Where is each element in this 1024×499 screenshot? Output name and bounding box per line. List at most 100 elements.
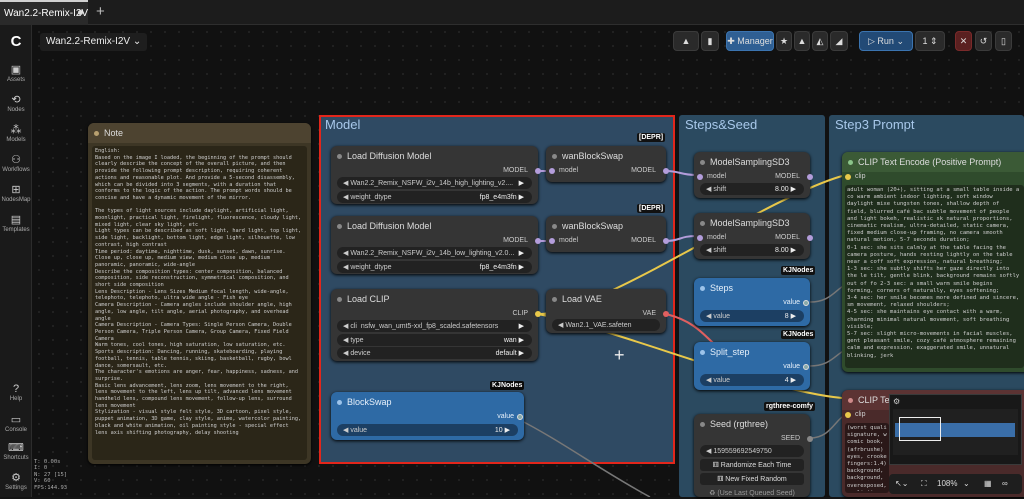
- input-socket[interactable]: [549, 238, 555, 244]
- fit-view-icon[interactable]: ⛶: [921, 479, 927, 489]
- manager-button[interactable]: ✚ Manager: [726, 31, 774, 51]
- clip-name-widget[interactable]: ◀ cli nsfw_wan_umt5-xxl_fp8_scaled.safet…: [337, 320, 532, 332]
- pointer-icon[interactable]: ↖⌄: [895, 479, 908, 488]
- new-tab-button[interactable]: +: [96, 3, 105, 20]
- minimap-settings-icon[interactable]: ⚙: [893, 397, 900, 406]
- workflow-name-dropdown[interactable]: Wan2.2-Remix-I2V ⌄: [40, 33, 148, 51]
- shift-widget[interactable]: ◀ shift 8.00 ▶: [700, 244, 804, 256]
- unet-name-widget[interactable]: ◀ Wan2.2_Remix_NSFW_i2v_14b_high_lightin…: [337, 177, 532, 189]
- collapse-dot-icon[interactable]: [552, 224, 557, 229]
- collapse-dot-icon[interactable]: [552, 297, 557, 302]
- blockswap-node[interactable]: BlockSwap value ◀ value 10 ▶: [331, 392, 524, 440]
- queue-icon[interactable]: ▲: [673, 31, 699, 51]
- shift-widget[interactable]: ◀ shift 8.00 ▶: [700, 183, 804, 195]
- split-step-node[interactable]: Split_step value ◀ value 4 ▶: [694, 342, 810, 390]
- model-sampling-sd3-node-1[interactable]: ModelSamplingSD3 model MODEL ◀ shift 8.00…: [694, 152, 813, 198]
- output-socket[interactable]: [535, 311, 541, 317]
- sidebar-item-models[interactable]: ⁂ Models: [0, 123, 32, 143]
- output-socket[interactable]: [807, 174, 813, 180]
- collapse-dot-icon[interactable]: [700, 160, 705, 165]
- mountain-icon[interactable]: ◭: [812, 31, 828, 51]
- input-socket[interactable]: [845, 174, 851, 180]
- output-socket[interactable]: [663, 311, 669, 317]
- queue-count-stepper[interactable]: 1 ⇕: [915, 31, 945, 51]
- sidebar-item-nodes[interactable]: ⟲ Nodes: [0, 93, 32, 113]
- sidebar-item-nodesmap[interactable]: ⊞ NodesMap: [0, 183, 32, 203]
- output-socket[interactable]: [807, 235, 813, 241]
- steps-value-widget[interactable]: ◀ value 8 ▶: [700, 310, 804, 322]
- star-icon[interactable]: ★: [776, 31, 792, 51]
- load-diffusion-model-node-2[interactable]: Load Diffusion Model MODEL ◀ Wan2.2_Remi…: [331, 216, 541, 274]
- collapse-dot-icon[interactable]: [700, 221, 705, 226]
- chevron-down-icon[interactable]: ⌄: [963, 479, 970, 488]
- link-visibility-icon[interactable]: ∞: [1002, 479, 1008, 488]
- wan-block-swap-node-2[interactable]: wanBlockSwap model MODEL: [546, 216, 669, 252]
- vae-name-widget[interactable]: ◀ Wan2.1_VAE.safeten: [552, 319, 660, 331]
- sidebar-item-workflows[interactable]: ⚇ Workflows: [0, 153, 32, 173]
- note-node[interactable]: Note English: Based on the image I loade…: [88, 123, 311, 464]
- panel-icon[interactable]: ▯: [995, 31, 1012, 51]
- comfy-logo-icon[interactable]: C: [0, 33, 32, 51]
- output-socket[interactable]: [663, 238, 669, 244]
- collapse-dot-icon[interactable]: [700, 350, 705, 355]
- output-socket[interactable]: [803, 300, 809, 306]
- output-socket[interactable]: [807, 436, 813, 442]
- randomize-button[interactable]: ⚅ Randomize Each Time: [700, 459, 804, 471]
- load-vae-node[interactable]: Load VAE VAE ◀ Wan2.1_VAE.safeten: [546, 289, 669, 333]
- collapse-dot-icon[interactable]: [848, 160, 853, 165]
- collapse-dot-icon[interactable]: [848, 398, 853, 403]
- collapse-dot-icon[interactable]: [337, 224, 342, 229]
- sidebar-item-help[interactable]: ? Help: [0, 383, 32, 402]
- sidebar-item-templates[interactable]: ▤ Templates: [0, 213, 32, 233]
- collapse-dot-icon[interactable]: [552, 154, 557, 159]
- zoom-level[interactable]: 108%: [937, 479, 957, 488]
- load-diffusion-model-node-1[interactable]: Load Diffusion Model MODEL ◀ Wan2.2_Remi…: [331, 146, 541, 204]
- new-fixed-random-button[interactable]: ⚅ New Fixed Random: [700, 473, 804, 485]
- model-sampling-sd3-node-2[interactable]: ModelSamplingSD3 model MODEL ◀ shift 8.00…: [694, 213, 813, 259]
- collapse-dot-icon[interactable]: [700, 422, 705, 427]
- map-icon[interactable]: ▦: [984, 479, 992, 488]
- sidebar-item-shortcuts[interactable]: ⌨ Shortcuts: [0, 441, 32, 461]
- seed-node[interactable]: Seed (rgthree) SEED ◀ 159559692549750 ⚅ …: [694, 414, 813, 499]
- clip-text-encode-positive-node[interactable]: CLIP Text Encode (Positive Prompt) clip …: [842, 152, 1024, 372]
- collapse-dot-icon[interactable]: [337, 400, 342, 405]
- input-socket[interactable]: [697, 235, 703, 241]
- positive-prompt-textarea[interactable]: adult woman (20+), sitting at a small ta…: [845, 185, 1024, 368]
- model-icon[interactable]: ◢: [830, 31, 848, 51]
- run-button[interactable]: ▷ Run ⌄: [859, 31, 913, 51]
- minimap-viewport[interactable]: [899, 417, 941, 441]
- note-textarea[interactable]: English: Based on the image I loaded, th…: [92, 146, 307, 460]
- sidebar-item-assets[interactable]: ▣ Assets: [0, 63, 32, 83]
- clip-type-widget[interactable]: ◀ type wan ▶: [337, 334, 532, 346]
- workflow-tab[interactable]: Wan2.2-Remix-I2V: [0, 0, 88, 25]
- cancel-icon[interactable]: ✕: [955, 31, 972, 51]
- collapse-dot-icon[interactable]: [337, 154, 342, 159]
- output-socket[interactable]: [535, 238, 541, 244]
- input-socket[interactable]: [845, 412, 851, 418]
- steps-node[interactable]: Steps value ◀ value 8 ▶: [694, 278, 810, 326]
- blockswap-value-widget[interactable]: ◀ value 10 ▶: [337, 424, 518, 436]
- seed-value-widget[interactable]: ◀ 159559692549750: [700, 445, 804, 457]
- wan-block-swap-node-1[interactable]: wanBlockSwap model MODEL: [546, 146, 669, 182]
- clip-device-widget[interactable]: ◀ device default ▶: [337, 347, 532, 359]
- input-socket[interactable]: [697, 174, 703, 180]
- split-step-value-widget[interactable]: ◀ value 4 ▶: [700, 374, 804, 386]
- sidebar-item-settings[interactable]: ⚙ Settings: [0, 471, 32, 491]
- collapse-dot-icon[interactable]: [94, 131, 99, 136]
- collapse-dot-icon[interactable]: [700, 286, 705, 291]
- shape-icon[interactable]: ▲: [794, 31, 810, 51]
- output-socket[interactable]: [803, 364, 809, 370]
- minimap[interactable]: ⚙: [889, 394, 1022, 465]
- negative-prompt-textarea[interactable]: (worst quali signature, w comic book, (a…: [845, 423, 889, 493]
- weight-dtype-widget[interactable]: ◀ weight_dtype fp8_e4m3fn ▶: [337, 261, 532, 273]
- use-last-seed-button[interactable]: ♻ (Use Last Queued Seed): [700, 487, 804, 499]
- load-clip-node[interactable]: Load CLIP CLIP ◀ cli nsfw_wan_umt5-xxl_f…: [331, 289, 541, 361]
- output-socket[interactable]: [517, 414, 523, 420]
- input-socket[interactable]: [549, 168, 555, 174]
- history-icon[interactable]: ↺: [975, 31, 992, 51]
- unet-name-widget[interactable]: ◀ Wan2.2_Remix_NSFW_i2v_14b_low_lighting…: [337, 247, 532, 259]
- bookmark-icon[interactable]: ▮: [701, 31, 719, 51]
- output-socket[interactable]: [535, 168, 541, 174]
- sidebar-item-console[interactable]: ▭ Console: [0, 413, 32, 433]
- collapse-dot-icon[interactable]: [337, 297, 342, 302]
